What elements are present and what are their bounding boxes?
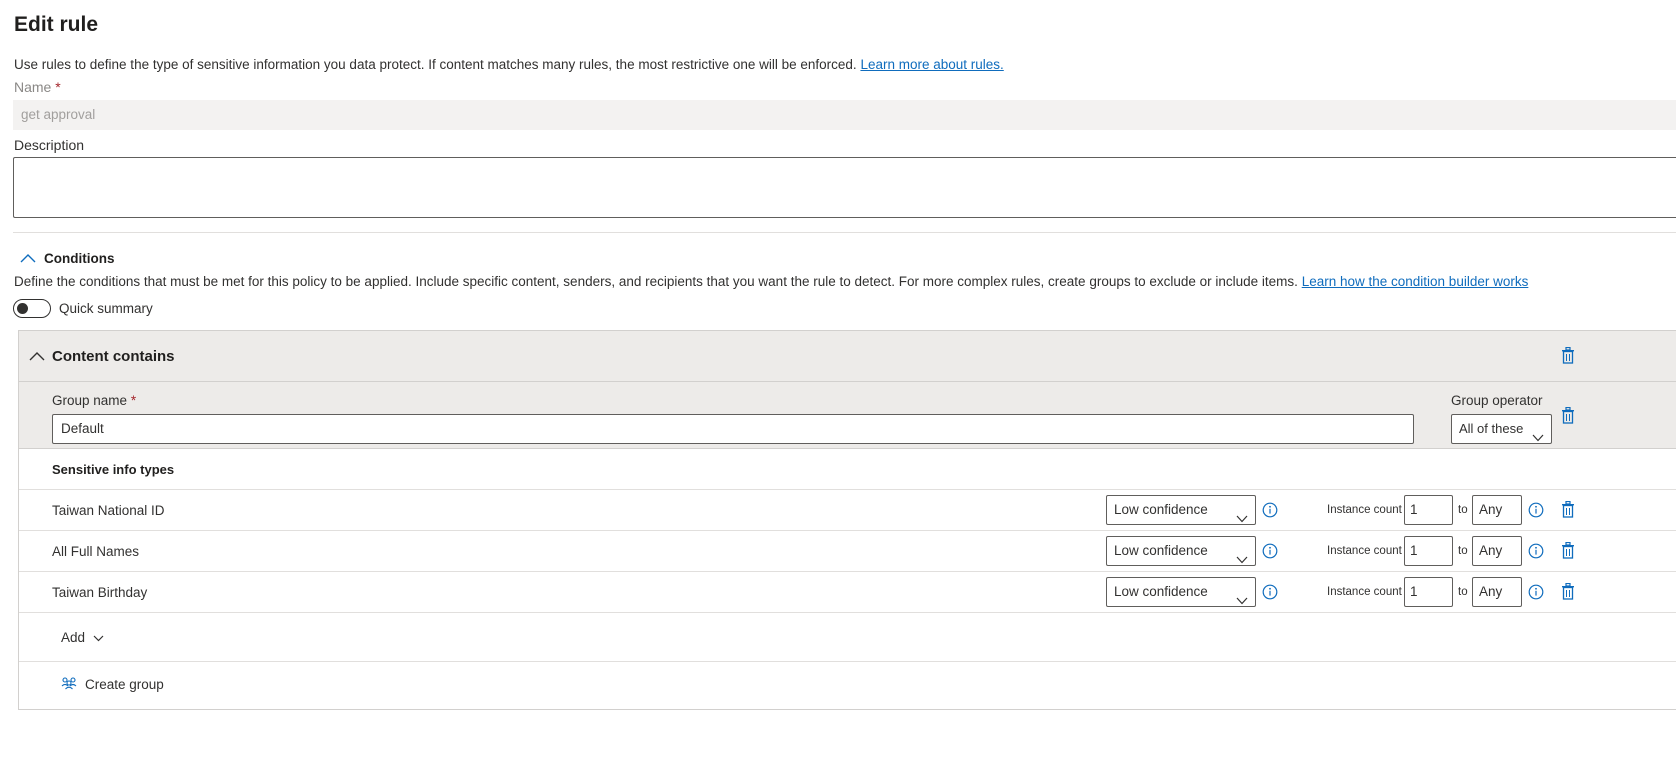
confidence-value: Low confidence [1114,584,1208,599]
description-textarea[interactable] [13,157,1676,218]
group-operator-value: All of these [1459,421,1524,436]
quick-summary-toggle[interactable] [13,299,51,318]
content-contains-panel: Content contains Group name * Default Gr… [18,330,1676,710]
sensitive-info-types-header: Sensitive info types [19,449,1676,490]
name-field[interactable]: get approval [13,100,1676,130]
add-row: Add [19,614,1676,662]
info-type-name: Taiwan Birthday [52,585,148,600]
instance-count-label: Instance count [1327,504,1402,516]
info-icon[interactable] [1528,584,1544,603]
confidence-value: Low confidence [1114,543,1208,558]
chevron-down-icon [1532,424,1544,452]
info-icon[interactable] [1262,502,1278,521]
table-row: Taiwan National ID Low confidence Instan… [19,490,1676,531]
group-name-label: Group name * [52,393,136,408]
instance-count-label: Instance count [1327,545,1402,557]
create-group-label: Create group [85,677,164,692]
add-label: Add [61,630,86,645]
group-section: Group name * Default Group operator All … [19,382,1676,449]
confidence-select[interactable]: Low confidence [1106,536,1256,566]
trash-icon[interactable] [1561,346,1575,367]
conditions-description-text: Define the conditions that must be met f… [14,274,1298,289]
intro-text: Use rules to define the type of sensitiv… [14,57,1004,72]
instance-min-input[interactable]: 1 [1404,495,1453,525]
info-icon[interactable] [1528,543,1544,562]
info-type-name: All Full Names [52,544,140,559]
chevron-down-icon [1236,505,1248,533]
group-name-label-text: Group name [52,393,128,408]
conditions-description: Define the conditions that must be met f… [14,274,1528,289]
info-icon[interactable] [1262,584,1278,603]
chevron-up-icon [20,250,36,266]
content-contains-title: Content contains [52,348,175,365]
condition-builder-link[interactable]: Learn how the condition builder works [1302,274,1529,289]
page-title: Edit rule [14,13,99,36]
quick-summary-label: Quick summary [59,301,153,316]
conditions-label: Conditions [44,250,115,266]
instance-min-input[interactable]: 1 [1404,536,1453,566]
chevron-down-icon [1236,546,1248,574]
required-mark: * [55,79,61,95]
info-icon[interactable] [1262,543,1278,562]
add-button[interactable]: Add [61,630,104,645]
confidence-value: Low confidence [1114,502,1208,517]
section-divider [13,232,1676,233]
conditions-toggle[interactable]: Conditions [20,250,115,266]
learn-more-rules-link[interactable]: Learn more about rules. [860,57,1003,72]
trash-icon[interactable] [1561,500,1575,521]
info-icon[interactable] [1528,502,1544,521]
name-label-text: Name [14,79,52,95]
group-operator-select[interactable]: All of these [1451,414,1552,444]
intro-description: Use rules to define the type of sensitiv… [14,57,857,72]
instance-count-label: Instance count [1327,586,1402,598]
instance-max-input[interactable]: Any [1472,495,1522,525]
trash-icon[interactable] [1561,582,1575,603]
create-group-button[interactable]: Create group [61,676,164,693]
instance-max-input[interactable]: Any [1472,577,1522,607]
name-label: Name * [14,79,61,95]
to-label: to [1458,586,1468,598]
instance-max-input[interactable]: Any [1472,536,1522,566]
confidence-select[interactable]: Low confidence [1106,577,1256,607]
info-type-name: Taiwan National ID [52,503,165,518]
description-label: Description [14,137,85,153]
required-mark: * [130,393,137,408]
trash-icon[interactable] [1561,406,1575,427]
to-label: to [1458,504,1468,516]
quick-summary: Quick summary [13,299,153,318]
group-operator-label: Group operator [1451,393,1543,408]
chevron-down-icon [1236,587,1248,615]
group-name-input[interactable]: Default [52,414,1414,444]
content-contains-header: Content contains [19,331,1676,382]
instance-min-input[interactable]: 1 [1404,577,1453,607]
table-row: Taiwan Birthday Low confidence Instance … [19,572,1676,613]
table-row: All Full Names Low confidence Instance c… [19,531,1676,572]
chevron-down-icon [93,630,104,645]
sensitive-info-types-label: Sensitive info types [52,462,175,477]
trash-icon[interactable] [1561,541,1575,562]
toggle-knob [17,303,28,314]
to-label: to [1458,545,1468,557]
chevron-up-icon[interactable] [29,348,45,364]
people-group-icon [61,676,77,693]
confidence-select[interactable]: Low confidence [1106,495,1256,525]
